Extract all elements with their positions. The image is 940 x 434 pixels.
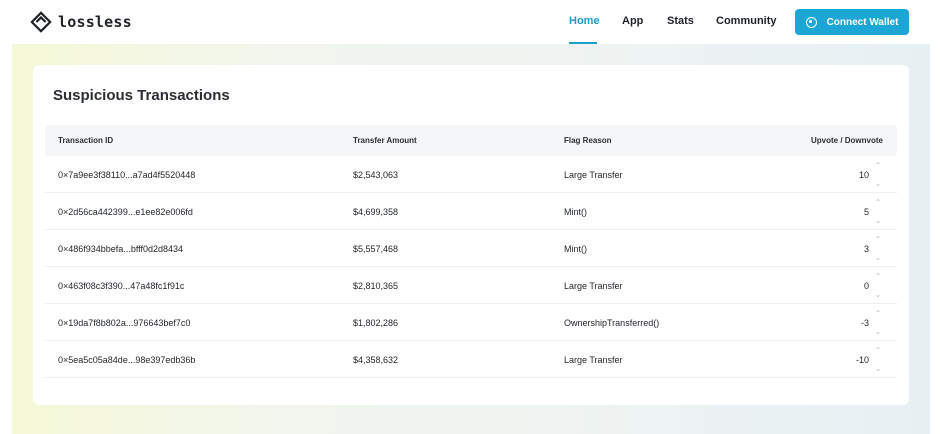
flag-reason: Mint() [564,244,587,254]
vote-count: 3 [863,244,869,254]
header-votes: Upvote / Downvote [810,136,883,145]
flag-reason: OwnershipTransferred() [564,318,660,328]
chevron-down-icon[interactable]: ⌄ [875,291,882,299]
top-navigation-bar: lossless Home App Stats Community Connec… [0,0,940,44]
table-header: Transaction ID Transfer Amount Flag Reas… [45,125,897,156]
chevron-up-icon[interactable]: ⌃ [875,273,882,281]
brand-logo[interactable]: lossless [30,10,132,34]
flag-reason: Large Transfer [564,170,623,180]
vote-controls: ⌃ ⌄ [873,310,883,336]
table-row[interactable]: 0×19da7f8b802a...976643bef7c0 $1,802,286… [45,304,897,341]
transaction-id: 0×486f934bbefa...bfff0d2d8434 [58,244,184,254]
table-row[interactable]: 0×2d56ca442399...e1ee82e006fd $4,699,358… [45,193,897,230]
chevron-up-icon[interactable]: ⌃ [875,236,882,244]
transaction-id: 0×5ea5c05a84de...98e397edb36b [58,355,196,365]
chevron-up-icon[interactable]: ⌃ [875,347,882,355]
transfer-amount: $5,557,468 [353,244,399,254]
nav-item-stats[interactable]: Stats [667,15,694,27]
header-transfer-amount: Transfer Amount [353,136,417,145]
transfer-amount: $4,699,358 [353,207,399,217]
nav-item-app[interactable]: App [622,15,643,27]
connect-wallet-label: Connect Wallet [826,16,899,28]
chevron-down-icon[interactable]: ⌄ [875,217,882,225]
transaction-id: 0×2d56ca442399...e1ee82e006fd [58,207,193,217]
transactions-table: Transaction ID Transfer Amount Flag Reas… [45,125,897,378]
transaction-id: 0×7a9ee3f38110...a7ad4f5520448 [58,170,196,180]
user-icon [805,16,817,28]
chevron-up-icon[interactable]: ⌃ [875,162,882,170]
chevron-up-icon[interactable]: ⌃ [875,199,882,207]
flag-reason: Mint() [564,207,587,217]
chevron-down-icon[interactable]: ⌄ [875,180,882,188]
suspicious-transactions-card: Suspicious Transactions Transaction ID T… [33,65,909,405]
vote-controls: ⌃ ⌄ [873,162,883,188]
flag-reason: Large Transfer [564,355,623,365]
vote-controls: ⌃ ⌄ [873,199,883,225]
table-row[interactable]: 0×5ea5c05a84de...98e397edb36b $4,358,632… [45,341,897,378]
brand-name: lossless [58,13,132,31]
table-row[interactable]: 0×486f934bbefa...bfff0d2d8434 $5,557,468… [45,230,897,267]
chevron-down-icon[interactable]: ⌄ [875,254,882,262]
transfer-amount: $2,543,063 [353,170,399,180]
transaction-id: 0×463f08c3f390...47a48fc1f91c [58,281,185,291]
lossless-logo-icon [30,11,52,33]
table-row[interactable]: 0×7a9ee3f38110...a7ad4f5520448 $2,543,06… [45,156,897,193]
transaction-id: 0×19da7f8b802a...976643bef7c0 [58,318,191,328]
vote-count: 5 [863,207,869,217]
transfer-amount: $2,810,365 [353,281,399,291]
vote-controls: ⌃ ⌄ [873,273,883,299]
vote-controls: ⌃ ⌄ [873,236,883,262]
nav-item-home[interactable]: Home [569,15,600,27]
vote-count: 0 [863,281,869,291]
vote-count: -3 [860,318,869,328]
connect-wallet-button[interactable]: Connect Wallet [795,9,909,35]
chevron-down-icon[interactable]: ⌄ [875,328,882,336]
header-flag-reason: Flag Reason [564,136,612,145]
table-row[interactable]: 0×463f08c3f390...47a48fc1f91c $2,810,365… [45,267,897,304]
vote-controls: ⌃ ⌄ [873,347,883,373]
header-transaction-id: Transaction ID [58,136,114,145]
nav-item-community[interactable]: Community [716,15,777,27]
chevron-down-icon[interactable]: ⌄ [875,365,882,373]
vote-count: 10 [858,170,869,180]
page-title: Suspicious Transactions [53,87,230,104]
transfer-amount: $4,358,632 [353,355,399,365]
transfer-amount: $1,802,286 [353,318,399,328]
chevron-up-icon[interactable]: ⌃ [875,310,882,318]
vote-count: -10 [855,355,869,365]
flag-reason: Large Transfer [564,281,623,291]
